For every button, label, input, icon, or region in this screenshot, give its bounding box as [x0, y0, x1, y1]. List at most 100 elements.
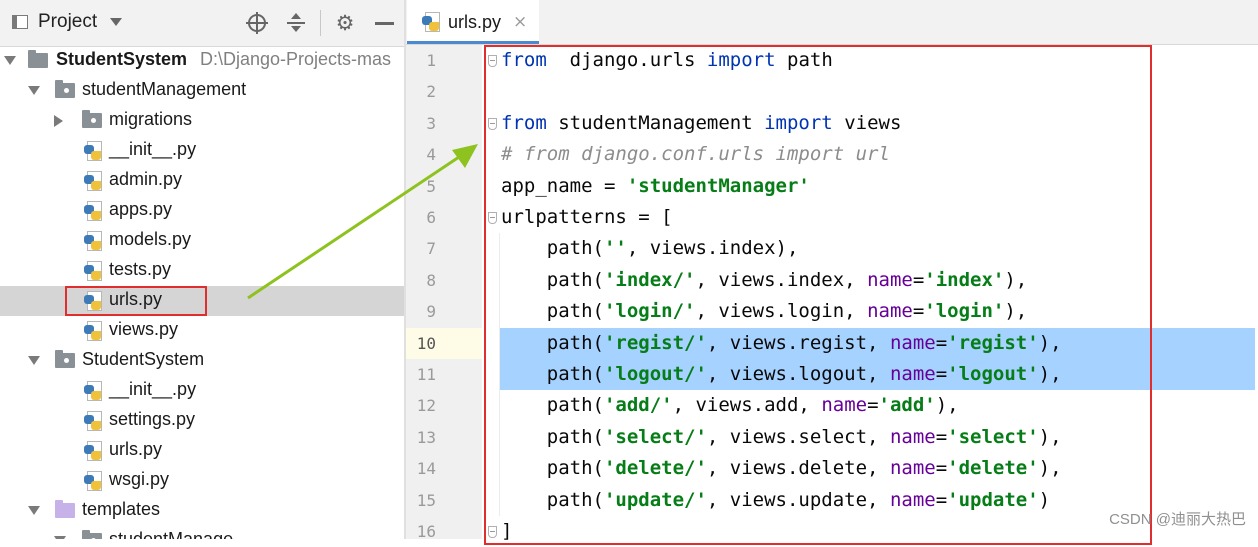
indent-guide: [499, 233, 500, 516]
project-path: D:\Django-Projects-mas: [200, 49, 392, 69]
code-token: 'logout': [947, 363, 1039, 385]
code-token: import: [764, 111, 833, 134]
chevron-down-icon[interactable]: [28, 356, 40, 365]
tree-item[interactable]: studentManagement: [0, 76, 404, 106]
code-token: name: [889, 425, 936, 448]
code-token: views: [832, 111, 902, 134]
tree-item-label: wsgi.py: [109, 469, 170, 489]
folder-icon: [82, 110, 102, 128]
folder-icon: [28, 50, 48, 68]
chevron-down-icon[interactable]: [110, 18, 122, 26]
code-token: name: [867, 268, 913, 291]
code-area[interactable]: from django.urls import path from student…: [482, 45, 1258, 542]
code-token: # from django.conf.urls import url: [501, 143, 890, 166]
chevron-right-icon[interactable]: [54, 115, 63, 127]
code-token: , views.update,: [706, 488, 890, 511]
tree-item[interactable]: templates: [0, 496, 404, 526]
minimize-icon[interactable]: [374, 12, 396, 34]
tree-item[interactable]: tests.py: [0, 256, 404, 286]
code-line[interactable]: path('select/', views.select, name='sele…: [501, 422, 1062, 453]
close-icon[interactable]: ×: [513, 12, 527, 32]
tree-item[interactable]: wsgi.py: [0, 466, 404, 496]
tree-item-label: settings.py: [109, 409, 196, 429]
code-line[interactable]: path('login/', views.login, name='login'…: [501, 296, 1028, 327]
tree-item[interactable]: urls.py: [0, 436, 404, 466]
line-number: 1: [426, 51, 436, 70]
code-token: 'logout/': [603, 363, 707, 385]
code-token: =: [912, 268, 925, 291]
fold-icon[interactable]: [488, 526, 497, 538]
code-line[interactable]: path('', views.index),: [501, 233, 799, 264]
fold-icon[interactable]: [488, 212, 497, 224]
tree-item[interactable]: __init__.py: [0, 136, 404, 166]
gear-icon[interactable]: ⚙: [334, 12, 356, 34]
tree-item[interactable]: studentManage: [0, 526, 404, 539]
code-line[interactable]: path('logout/', views.logout, name='logo…: [501, 359, 1062, 390]
tree-item-label: StudentSystem: [82, 349, 205, 369]
line-number: 5: [426, 176, 436, 196]
locate-file-icon[interactable]: [246, 12, 268, 34]
line-number: 15: [416, 490, 436, 510]
code-token: 'update': [947, 488, 1039, 511]
code-token: 'add/': [603, 394, 673, 417]
fold-icon[interactable]: [488, 55, 497, 67]
code-line[interactable]: path('regist/', views.regist, name='regi…: [501, 328, 1062, 359]
line-number: 6: [426, 208, 436, 227]
code-line[interactable]: path('update/', views.update, name='upda…: [501, 485, 1050, 516]
tree-item[interactable]: StudentSystem D:\Django-Projects-mas: [0, 46, 404, 76]
python-file-icon: [84, 231, 103, 251]
code-token: ): [1038, 488, 1051, 511]
tree-item[interactable]: admin.py: [0, 166, 404, 196]
tree-item-label: admin.py: [109, 169, 183, 189]
line-number: 9: [426, 302, 436, 322]
code-token: , views.index,: [695, 268, 868, 291]
watermark: CSDN @迪丽大热巴: [1109, 511, 1246, 528]
line-number: 4: [426, 145, 436, 165]
tree-item[interactable]: migrations: [0, 106, 404, 136]
tree-item[interactable]: StudentSystem: [0, 346, 404, 376]
code-token: , views.login,: [695, 300, 868, 323]
tree-item[interactable]: views.py: [0, 316, 404, 346]
code-token: 'studentManager': [626, 174, 810, 197]
code-token: path(: [501, 394, 604, 417]
chevron-down-icon[interactable]: [4, 56, 16, 65]
tree-item-label: StudentSystem: [56, 49, 188, 69]
code-line[interactable]: urlpatterns = [: [501, 202, 673, 233]
code-line[interactable]: app_name = 'studentManager': [501, 171, 810, 202]
chevron-down-icon[interactable]: [28, 86, 40, 95]
code-token: from: [501, 111, 547, 134]
tree-item-label: models.py: [109, 229, 192, 249]
code-token: 'regist/': [603, 331, 707, 354]
collapse-all-icon[interactable]: [285, 12, 307, 34]
code-token: path: [775, 49, 833, 71]
python-file-icon: [84, 261, 103, 281]
chevron-down-icon[interactable]: [28, 506, 40, 515]
code-line[interactable]: path('add/', views.add, name='add'),: [501, 390, 959, 421]
project-title[interactable]: Project: [38, 11, 97, 33]
code-line[interactable]: # from django.conf.urls import url: [501, 139, 890, 170]
code-line[interactable]: path('index/', views.index, name='index'…: [501, 265, 1028, 296]
code-token: 'index/': [603, 268, 696, 291]
code-token: 'select': [947, 425, 1039, 448]
python-file-icon: [84, 141, 103, 161]
code-line[interactable]: path('delete/', views.delete, name='dele…: [501, 453, 1062, 484]
code-token: 'add': [878, 394, 936, 417]
tree-item[interactable]: models.py: [0, 226, 404, 256]
code-token: path(: [501, 300, 604, 323]
code-token: 'update/': [603, 488, 707, 511]
code-token: =: [935, 488, 948, 511]
editor-tab-urls[interactable]: urls.py ×: [407, 0, 539, 44]
code-token: '': [603, 237, 627, 260]
code-line[interactable]: from django.urls import path: [501, 45, 833, 76]
line-number: 2: [426, 82, 436, 102]
code-token: urlpatterns = [: [501, 206, 673, 228]
code-line[interactable]: from studentManagement import views: [501, 108, 901, 139]
code-token: =: [935, 425, 948, 448]
folder-icon: [82, 530, 102, 539]
code-line[interactable]: ]: [501, 516, 512, 547]
tree-item[interactable]: settings.py: [0, 406, 404, 436]
tree-item[interactable]: apps.py: [0, 196, 404, 226]
line-number: 3: [426, 113, 436, 133]
fold-icon[interactable]: [488, 117, 497, 130]
tree-item[interactable]: __init__.py: [0, 376, 404, 406]
